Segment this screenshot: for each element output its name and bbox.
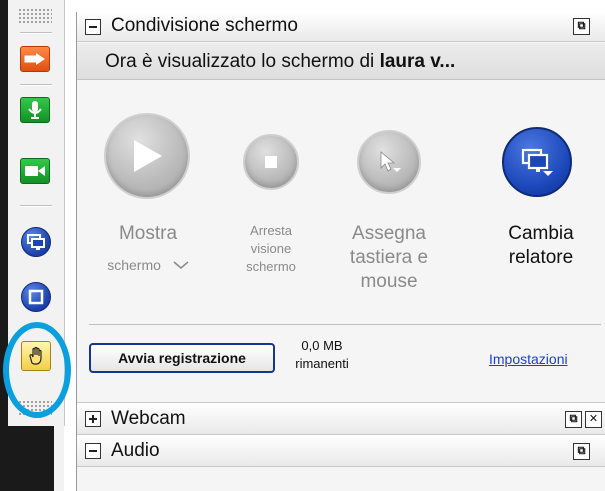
webcam-button[interactable]	[20, 158, 50, 184]
stop-viewing-button[interactable]	[243, 134, 299, 190]
change-presenter-button[interactable]	[502, 127, 572, 197]
show-screen-label: Mostra	[118, 223, 178, 244]
popout-icon[interactable]: ⧉	[565, 411, 582, 428]
viewing-status: Ora è visualizzato lo schermo di laura v…	[105, 51, 456, 72]
webcam-header[interactable]: Webcam ⧉ ✕	[77, 403, 605, 435]
highlight-circle	[3, 322, 71, 418]
audio-title: Audio	[111, 440, 160, 461]
popout-icon[interactable]: ⧉	[573, 443, 590, 460]
stop-icon	[265, 156, 277, 168]
show-screen-dropdown[interactable]: schermo	[93, 256, 203, 274]
audio-header[interactable]: Audio ⧉	[77, 435, 605, 467]
cursor-icon	[380, 151, 401, 172]
show-screen-button[interactable]	[104, 113, 190, 199]
collapse-icon[interactable]	[85, 443, 101, 459]
assign-keyboard-mouse-label: Assegna tastiera e mouse	[349, 223, 429, 292]
assign-keyboard-mouse-button[interactable]	[357, 130, 421, 194]
stop-viewing-label: Arresta visione schermo	[246, 223, 296, 274]
play-icon	[134, 140, 162, 172]
recording-divider	[89, 324, 601, 325]
webcam-title: Webcam	[111, 408, 186, 429]
settings-link[interactable]: Impostazioni	[489, 351, 568, 367]
toolbar-divider	[20, 32, 52, 34]
webcam-icon	[25, 166, 45, 176]
microphone-icon	[28, 101, 42, 119]
screen-share-header[interactable]: Condivisione schermo ⧉	[77, 12, 605, 42]
chevron-down-icon	[173, 261, 189, 269]
monitor-icon	[521, 148, 553, 176]
toolbar-footer-gap	[54, 426, 64, 491]
left-edge	[0, 0, 8, 491]
toolbar-grip[interactable]	[18, 8, 52, 24]
popout-icon[interactable]: ⧉	[573, 18, 590, 35]
screen-share-title: Condivisione schermo	[111, 15, 298, 36]
toolbar-footer	[8, 426, 54, 491]
storage-remaining: 0,0 MB rimanenti	[295, 338, 349, 371]
arrow-right-icon	[24, 53, 45, 65]
stop-share-button[interactable]	[21, 282, 51, 312]
close-icon[interactable]: ✕	[585, 411, 602, 428]
panel-container: Condivisione schermo ⧉ Ora è visualizzat…	[76, 12, 605, 491]
change-presenter-label: Cambia relatore	[508, 223, 574, 268]
expand-icon[interactable]	[85, 411, 101, 427]
toolbar-divider	[20, 205, 52, 207]
arrow-right-button[interactable]	[20, 46, 50, 72]
share-screen-button[interactable]	[21, 227, 51, 257]
start-recording-button[interactable]: Avvia registrazione	[89, 343, 275, 373]
viewing-status-bar: Ora è visualizzato lo schermo di laura v…	[77, 43, 605, 80]
microphone-button[interactable]	[20, 97, 50, 123]
toolbar-divider	[20, 84, 52, 86]
stop-square-icon	[28, 289, 44, 305]
collapse-icon[interactable]	[85, 19, 101, 35]
share-screen-icon	[27, 234, 45, 250]
